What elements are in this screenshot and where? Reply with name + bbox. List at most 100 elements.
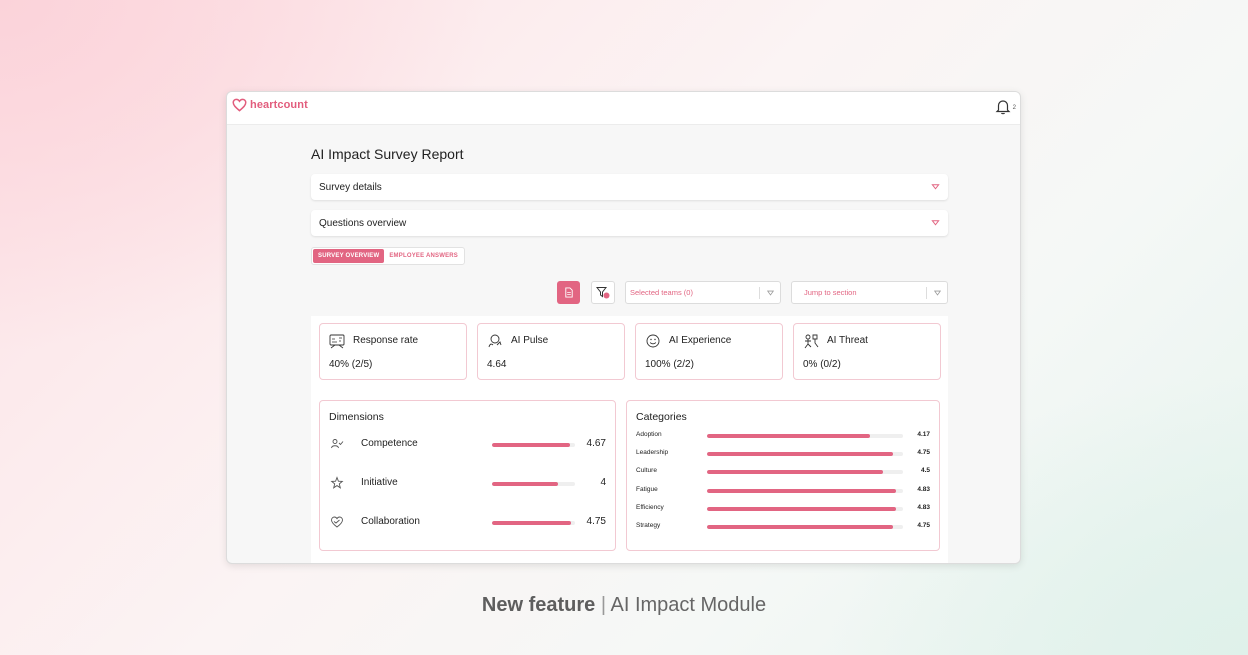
progress-fill — [707, 470, 884, 475]
ai-pulse-icon — [488, 334, 502, 348]
progress-fill — [492, 482, 559, 486]
categories-panel: Categories Adoption 4.17 Leadership 4.75 Cul… — [626, 400, 940, 551]
tab-survey-overview[interactable]: SURVEY OVERVIEW — [313, 249, 385, 263]
kpi-card-ai-threat: AI Threat 0% (0/2) — [793, 323, 941, 380]
jump-to-section-select[interactable]: Jump to section — [791, 281, 948, 304]
progress-track — [492, 443, 575, 447]
category-label: Leadership — [636, 449, 669, 457]
category-row: Culture 4.5 — [627, 465, 939, 479]
category-value: 4.75 — [917, 449, 930, 457]
dimension-row: Collaboration 4.75 — [320, 513, 615, 533]
filter-icon — [596, 287, 610, 299]
kpi-card-response-rate: Response rate 40% (2/5) — [319, 323, 467, 380]
dimension-label: Initiative — [361, 477, 398, 488]
app-window: heartcount 2 AI Impact Survey Report Sur… — [226, 91, 1021, 564]
category-label: Efficiency — [636, 503, 664, 511]
chevron-down-icon — [931, 184, 940, 190]
kpi-card-ai-experience: AI Experience 100% (2/2) — [635, 323, 783, 380]
kpi-value: 0% (0/2) — [803, 359, 841, 370]
feature-caption: New feature | AI Impact Module — [0, 594, 1248, 617]
progress-track — [707, 488, 903, 493]
accordion-survey-details[interactable]: Survey details — [311, 174, 948, 200]
filter-button[interactable] — [591, 281, 615, 304]
category-value: 4.75 — [917, 522, 930, 529]
category-row: Fatigue 4.83 — [627, 484, 939, 498]
chevron-down-icon — [934, 290, 941, 296]
progress-fill — [707, 506, 897, 511]
kpi-value: 4.64 — [487, 359, 507, 370]
teams-select-value: Selected teams (0) — [630, 288, 693, 297]
progress-track — [707, 452, 903, 457]
heart-logo-icon — [232, 98, 247, 112]
dimension-row: Competence 4.67 — [320, 435, 615, 455]
dimension-value: 4.75 — [586, 516, 606, 527]
jump-select-value: Jump to section — [804, 288, 857, 297]
dimension-value: 4.67 — [586, 438, 606, 449]
export-pdf-button[interactable] — [557, 281, 580, 304]
dashboard-area: Response rate 40% (2/5) AI Pulse 4.64 AI… — [311, 316, 948, 563]
progress-fill — [707, 452, 894, 457]
response-rate-icon — [329, 334, 345, 349]
category-row: Leadership 4.75 — [627, 447, 939, 461]
category-label: Strategy — [636, 522, 661, 529]
caption-text: AI Impact Module — [610, 594, 767, 616]
category-row: Efficiency 4.83 — [627, 502, 939, 516]
accordion-label: Questions overview — [319, 217, 407, 229]
chevron-down-icon — [931, 220, 940, 226]
dropdown-divider — [759, 287, 760, 299]
kpi-label: AI Pulse — [511, 335, 549, 346]
progress-fill — [707, 525, 894, 529]
progress-track — [492, 521, 575, 525]
kpi-value: 40% (2/5) — [329, 359, 373, 370]
dimension-row: Initiative 4 — [320, 474, 615, 494]
ai-threat-icon — [804, 334, 819, 349]
dimensions-panel: Dimensions Competence 4.67 Initiative 4 … — [319, 400, 616, 551]
panel-title: Dimensions — [329, 411, 384, 423]
view-tabs: SURVEY OVERVIEW EMPLOYEE ANSWERS — [311, 247, 466, 265]
chevron-down-icon — [767, 290, 774, 296]
category-value: 4.17 — [917, 431, 930, 438]
category-row: Strategy 4.75 — [627, 520, 939, 534]
progress-fill — [492, 443, 570, 447]
kpi-label: Response rate — [353, 335, 419, 346]
collaboration-icon — [331, 516, 343, 528]
category-value: 4.83 — [917, 503, 930, 511]
smiley-icon — [646, 334, 660, 348]
progress-track — [707, 434, 903, 438]
competence-icon — [331, 439, 344, 449]
panel-title: Categories — [636, 411, 687, 423]
page-title: AI Impact Survey Report — [311, 146, 464, 162]
progress-track — [707, 470, 903, 475]
kpi-value: 100% (2/2) — [645, 359, 694, 370]
accordion-label: Survey details — [319, 181, 382, 193]
dimension-value: 4 — [600, 477, 606, 488]
accordion-questions-overview[interactable]: Questions overview — [311, 210, 948, 236]
caption-separator: | — [600, 594, 607, 616]
caption-bold: New feature — [481, 594, 596, 616]
logo[interactable]: heartcount — [232, 98, 308, 112]
progress-fill — [707, 488, 897, 493]
notification-count: 2 — [1012, 105, 1016, 111]
kpi-label: AI Experience — [669, 335, 732, 346]
progress-track — [707, 506, 903, 511]
category-value: 4.5 — [920, 467, 930, 475]
kpi-label: AI Threat — [827, 335, 868, 346]
progress-fill — [707, 434, 871, 438]
progress-track — [492, 482, 575, 486]
dimension-label: Competence — [361, 438, 418, 449]
category-value: 4.83 — [917, 485, 930, 493]
dropdown-divider — [926, 287, 927, 299]
teams-select[interactable]: Selected teams (0) — [625, 281, 781, 304]
document-icon — [564, 287, 573, 298]
category-label: Adoption — [636, 431, 662, 438]
category-label: Culture — [636, 467, 657, 475]
dimension-label: Collaboration — [361, 516, 420, 527]
top-bar: heartcount 2 — [227, 92, 1020, 125]
progress-fill — [492, 521, 571, 525]
progress-track — [707, 525, 903, 529]
category-label: Fatigue — [636, 485, 658, 493]
initiative-icon — [330, 476, 344, 489]
notification-bell-icon[interactable] — [994, 98, 1012, 116]
kpi-card-ai-pulse: AI Pulse 4.64 — [477, 323, 625, 380]
tab-employee-answers[interactable]: EMPLOYEE ANSWERS — [384, 249, 463, 263]
